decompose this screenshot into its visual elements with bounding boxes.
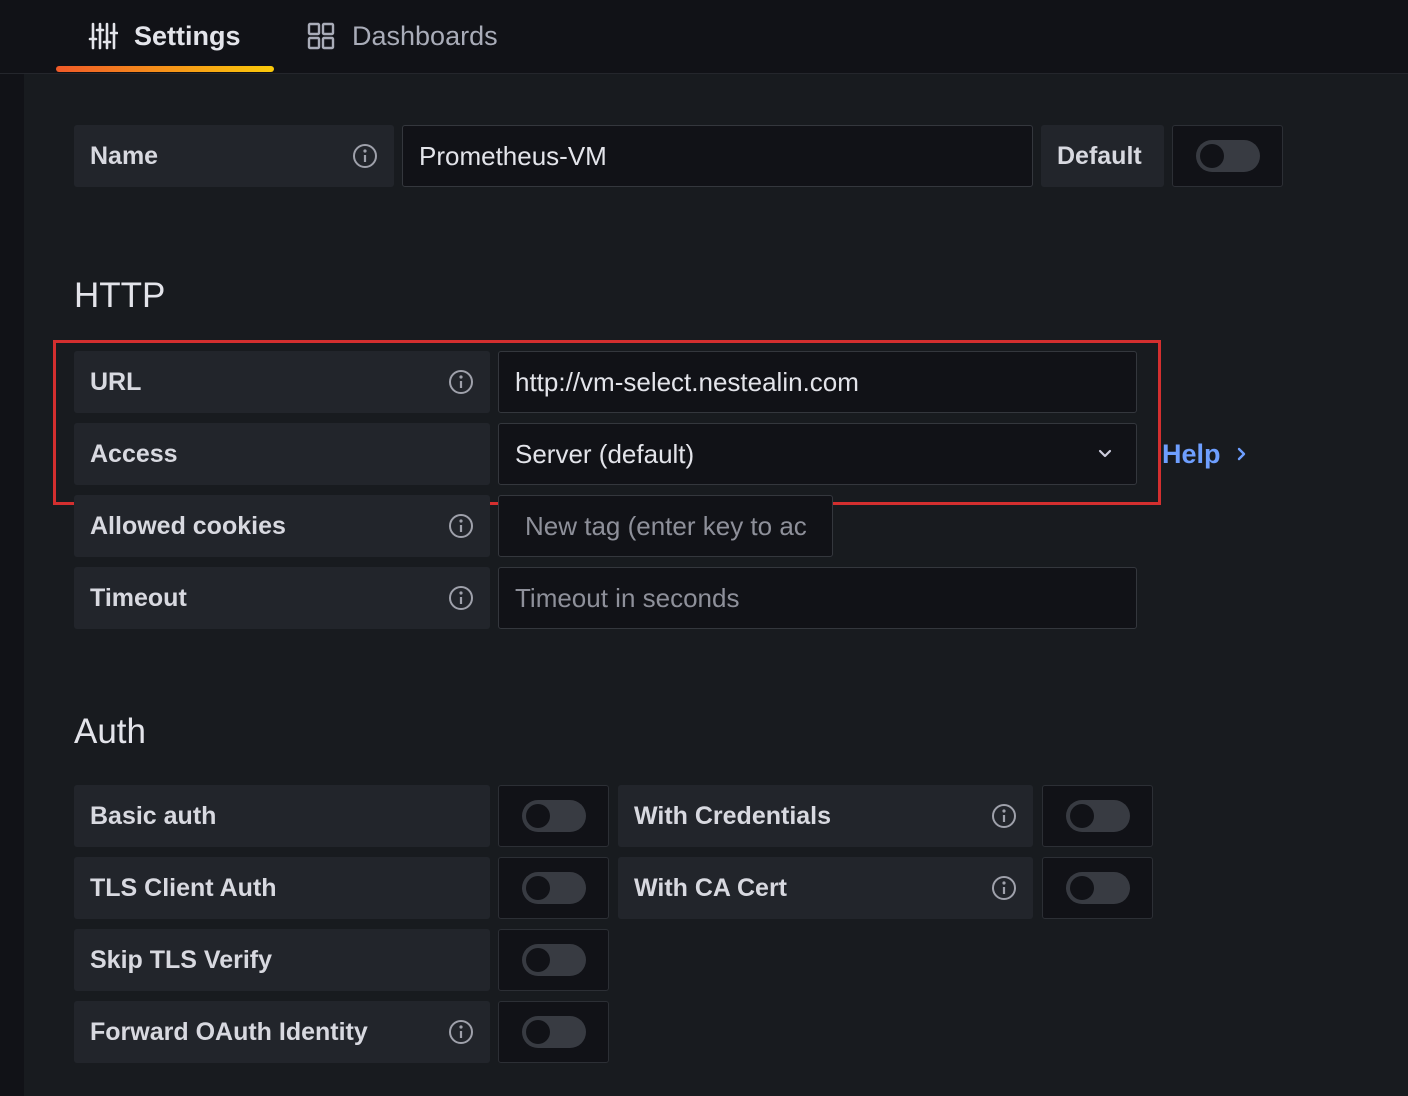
help-label: Help xyxy=(1162,438,1221,469)
grid-icon xyxy=(306,21,336,51)
name-label-box: Name xyxy=(74,125,394,187)
with-ca-cert-label: With CA Cert xyxy=(634,873,788,902)
active-tab-indicator xyxy=(56,66,274,72)
default-label: Default xyxy=(1057,141,1142,170)
default-toggle[interactable] xyxy=(1172,125,1283,187)
info-icon[interactable] xyxy=(991,803,1017,829)
with-credentials-toggle[interactable] xyxy=(1042,785,1153,847)
timeout-placeholder: Timeout in seconds xyxy=(515,582,740,613)
default-switch[interactable] xyxy=(1195,140,1260,172)
skip-tls-label: Skip TLS Verify xyxy=(90,945,273,974)
tls-client-auth-switch[interactable] xyxy=(521,872,586,904)
info-icon[interactable] xyxy=(991,875,1017,901)
skip-tls-toggle[interactable] xyxy=(498,929,609,991)
highlight-box xyxy=(53,340,1161,505)
with-credentials-switch[interactable] xyxy=(1065,800,1130,832)
skip-tls-switch[interactable] xyxy=(521,944,586,976)
tls-client-auth-label-box: TLS Client Auth xyxy=(74,857,490,919)
basic-auth-label: Basic auth xyxy=(90,801,217,830)
http-section-title: HTTP xyxy=(74,276,166,315)
tab-bar: Settings Dashboards xyxy=(0,0,1408,74)
tab-settings-label: Settings xyxy=(134,20,241,51)
chevron-right-icon xyxy=(1235,445,1249,463)
with-ca-cert-toggle[interactable] xyxy=(1042,857,1153,919)
tab-dashboards-label: Dashboards xyxy=(352,20,498,51)
with-credentials-label-box: With Credentials xyxy=(618,785,1033,847)
sliders-icon xyxy=(88,21,118,51)
timeout-label: Timeout xyxy=(90,583,187,612)
info-icon[interactable] xyxy=(352,143,378,169)
info-icon[interactable] xyxy=(448,513,474,539)
with-credentials-label: With Credentials xyxy=(634,801,832,830)
skip-tls-label-box: Skip TLS Verify xyxy=(74,929,490,991)
forward-oauth-switch[interactable] xyxy=(521,1016,586,1048)
forward-oauth-label: Forward OAuth Identity xyxy=(90,1017,368,1046)
help-toggle[interactable]: Help xyxy=(1146,423,1276,485)
basic-auth-switch[interactable] xyxy=(521,800,586,832)
auth-section-title: Auth xyxy=(74,712,146,751)
name-input-value: Prometheus-VM xyxy=(419,140,607,171)
info-icon[interactable] xyxy=(448,585,474,611)
cookies-label: Allowed cookies xyxy=(90,511,286,540)
cookies-label-box: Allowed cookies xyxy=(74,495,490,557)
basic-auth-label-box: Basic auth xyxy=(74,785,490,847)
cookies-placeholder: New tag (enter key to ac xyxy=(525,510,807,541)
default-label-box: Default xyxy=(1041,125,1164,187)
forward-oauth-toggle[interactable] xyxy=(498,1001,609,1063)
tls-client-auth-label: TLS Client Auth xyxy=(90,873,277,902)
name-input[interactable]: Prometheus-VM xyxy=(402,125,1033,187)
with-ca-cert-label-box: With CA Cert xyxy=(618,857,1033,919)
timeout-input[interactable]: Timeout in seconds xyxy=(498,567,1137,629)
tab-dashboards[interactable]: Dashboards xyxy=(306,14,498,58)
name-label: Name xyxy=(90,141,159,170)
basic-auth-toggle[interactable] xyxy=(498,785,609,847)
info-icon[interactable] xyxy=(448,1019,474,1045)
tab-settings[interactable]: Settings xyxy=(88,14,241,58)
timeout-label-box: Timeout xyxy=(74,567,490,629)
cookies-input[interactable]: New tag (enter key to ac xyxy=(498,495,833,557)
forward-oauth-label-box: Forward OAuth Identity xyxy=(74,1001,490,1063)
tls-client-auth-toggle[interactable] xyxy=(498,857,609,919)
with-ca-cert-switch[interactable] xyxy=(1065,872,1130,904)
